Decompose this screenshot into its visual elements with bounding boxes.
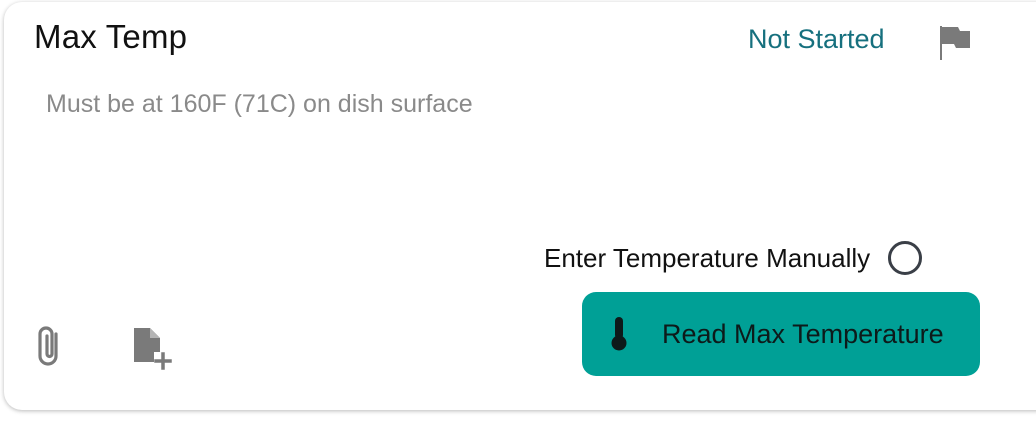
- paperclip-icon[interactable]: [30, 324, 70, 370]
- thermometer-icon: [608, 316, 630, 352]
- task-card: Max Temp Not Started Must be at 160F (71…: [4, 2, 1036, 410]
- manual-entry-toggle[interactable]: Enter Temperature Manually: [544, 238, 923, 278]
- flag-icon[interactable]: [934, 22, 974, 62]
- status-label: Not Started: [748, 24, 885, 54]
- task-description: Must be at 160F (71C) on dish surface: [46, 90, 473, 118]
- add-note-icon[interactable]: [130, 326, 176, 372]
- manual-entry-radio[interactable]: [888, 241, 923, 275]
- read-button-label: Read Max Temperature: [662, 318, 944, 349]
- manual-entry-label: Enter Temperature Manually: [544, 242, 871, 273]
- task-title: Max Temp: [34, 18, 188, 55]
- read-max-temperature-button[interactable]: Read Max Temperature: [582, 292, 980, 376]
